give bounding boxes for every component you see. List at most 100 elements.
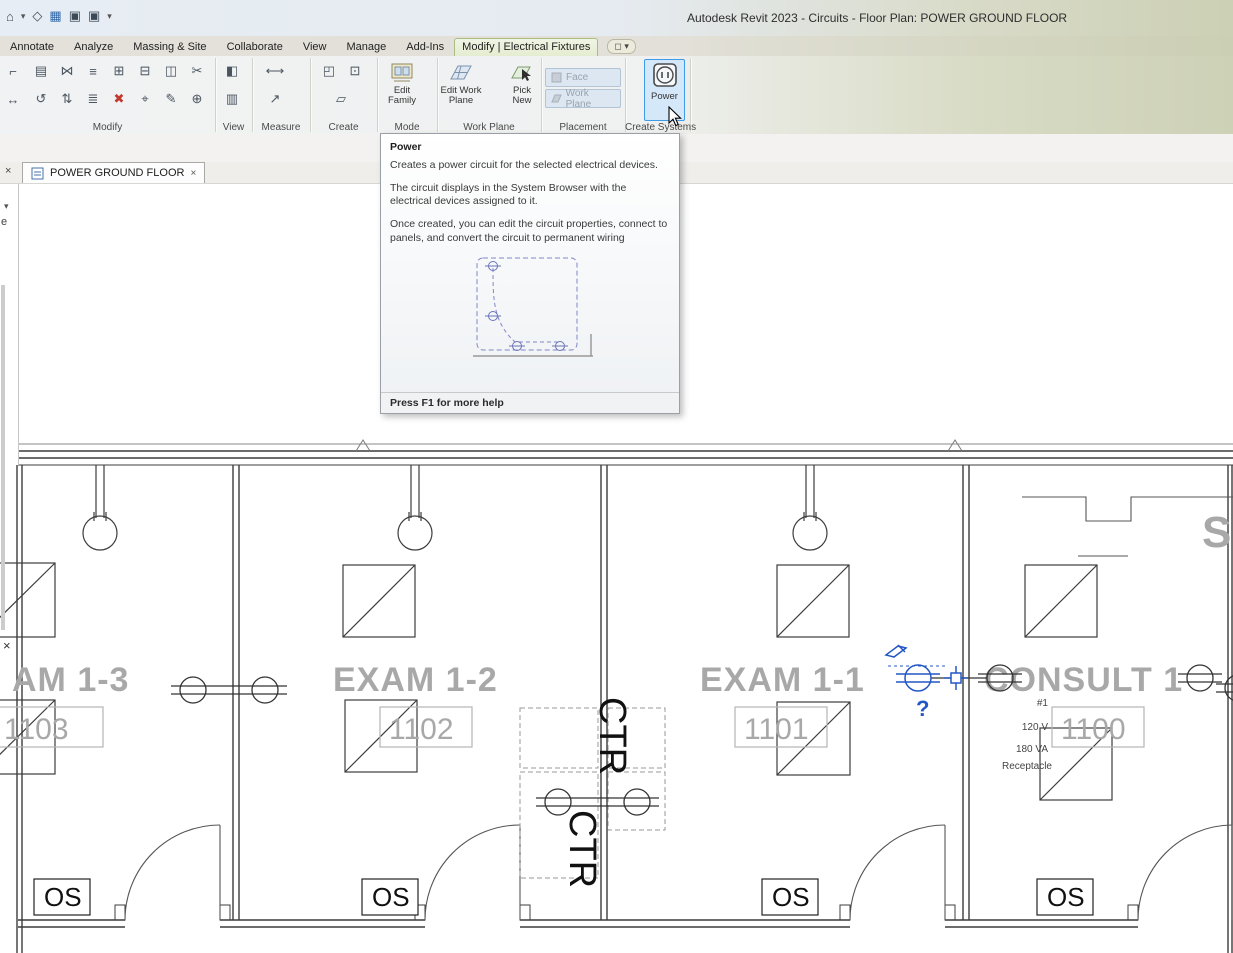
equipment-squares[interactable]	[0, 563, 1112, 800]
receptacle-symbol[interactable]	[1178, 665, 1222, 691]
rotate-tool-icon[interactable]: ↺	[30, 88, 52, 110]
mirror-tool-icon[interactable]: ◫	[160, 60, 182, 82]
document-tab-label: POWER GROUND FLOOR	[50, 167, 184, 179]
face-icon	[551, 72, 562, 83]
collapsed-palette-edge	[18, 183, 19, 465]
palette-close-icon[interactable]: ×	[3, 638, 11, 653]
panel-separator	[377, 58, 379, 132]
tab-analyze[interactable]: Analyze	[64, 39, 123, 56]
override-graphics-icon[interactable]: ▥	[221, 88, 243, 110]
panel-label-work-plane[interactable]: Work Plane	[437, 122, 541, 133]
undo-icon[interactable]: ◇	[32, 8, 42, 24]
ribbon-display-toggle[interactable]: ◻ ▾	[607, 39, 636, 54]
work-plane-button: Work Plane	[545, 89, 621, 108]
panel-label-mode[interactable]: Mode	[377, 122, 437, 133]
room-number: 1100	[1061, 713, 1126, 746]
pick-new-button[interactable]: Pick New	[503, 59, 541, 121]
tab-collaborate[interactable]: Collaborate	[217, 39, 293, 56]
receptacle-symbol[interactable]	[171, 677, 287, 703]
circuit-load: 180 VA	[1016, 744, 1048, 755]
move-handle-icon[interactable]	[944, 666, 968, 690]
room-name: AM 1-3	[12, 661, 129, 699]
tab-view[interactable]: View	[293, 39, 337, 56]
tab-add-ins[interactable]: Add-Ins	[396, 39, 454, 56]
os-label: OS	[44, 882, 82, 912]
edit-tool-icon[interactable]: ✎	[160, 88, 182, 110]
panel-label-placement[interactable]: Placement	[541, 122, 625, 133]
fixture-symbol	[83, 465, 117, 550]
room-name: CONSULT 1	[984, 661, 1183, 699]
join-tool-icon[interactable]: ⋈	[56, 60, 78, 82]
hide-elements-icon[interactable]: ◧	[221, 60, 243, 82]
palette-dropdown-caret[interactable]: ▾	[4, 201, 9, 212]
split-tool-icon[interactable]: ✂	[186, 60, 208, 82]
edit-work-plane-button[interactable]: Edit Work Plane	[434, 59, 488, 121]
edit-work-plane-icon	[449, 60, 473, 84]
document-icon[interactable]: ▣	[69, 8, 81, 24]
schedule-icon[interactable]: ▦	[49, 8, 61, 24]
title-bar: ⌂ ▾ ◇ ▦ ▣ ▣ ▾ Autodesk Revit 2023 - Circ…	[0, 0, 1233, 36]
room-number: 1103	[4, 713, 69, 746]
circuit-voltage: 120 V	[1022, 722, 1048, 733]
os-label: OS	[772, 882, 810, 912]
ctr-label: CTR	[561, 810, 603, 888]
create-group-icon[interactable]: ◰	[318, 60, 340, 82]
panel-separator	[625, 58, 627, 132]
align-tool-icon[interactable]: ≡	[82, 60, 104, 82]
panel-label-modify[interactable]: Modify	[0, 122, 215, 133]
pin-tool-icon[interactable]: ⌖	[134, 88, 156, 110]
create-assembly-icon[interactable]: ▱	[330, 88, 352, 110]
add-tool-icon[interactable]: ⊕	[186, 88, 208, 110]
room-name: EXAM 1-2	[333, 661, 498, 699]
copy-tool-icon[interactable]: ⊞	[108, 60, 130, 82]
tab-manage[interactable]: Manage	[336, 39, 396, 56]
ceiling-fixtures[interactable]	[83, 465, 827, 550]
palette-scrollbar[interactable]	[1, 285, 5, 630]
receptacle-symbol[interactable]	[1216, 675, 1233, 701]
panel-label-create[interactable]: Create	[310, 122, 377, 133]
delete-tool-icon[interactable]: ✖	[108, 88, 130, 110]
ribbon: ⌐ ▤ ⋈ ≡ ⊞ ⊟ ◫ ✂ ↔ ↺ ⇅ ≣ ✖ ⌖ ✎ ⊕ ◧ ▥ ⟷ ↗ …	[0, 56, 1233, 135]
room-number-tags[interactable]: 1103 1102 1101 1100	[0, 707, 1144, 747]
array-tool-icon[interactable]: ⇅	[56, 88, 78, 110]
move-tool-icon[interactable]: ↔	[2, 88, 24, 110]
document-tab-close-icon[interactable]: ×	[190, 168, 196, 179]
tab-bar-close-icon[interactable]: ×	[5, 165, 11, 177]
panel-separator	[310, 58, 312, 132]
floor-plan-doc-icon	[31, 167, 44, 180]
paste-tool-icon[interactable]: ▤	[30, 60, 52, 82]
cope-tool-icon[interactable]: ⌐	[2, 60, 24, 82]
power-label: Power	[651, 92, 678, 102]
home-caret-icon[interactable]: ▾	[21, 11, 26, 22]
selected-receptacle[interactable]: ?	[886, 645, 968, 721]
panel-separator	[541, 58, 543, 132]
panel-label-measure[interactable]: Measure	[252, 122, 310, 133]
face-label: Face	[566, 72, 588, 83]
rotate-handle-icon[interactable]	[886, 645, 906, 657]
home-icon[interactable]: ⌂	[6, 9, 14, 24]
panel-label-view[interactable]: View	[215, 122, 252, 133]
dimension-tool-icon[interactable]: ↗	[264, 88, 286, 110]
trim-tool-icon[interactable]: ≣	[82, 88, 104, 110]
offset-tool-icon[interactable]: ⊟	[134, 60, 156, 82]
ctr-label: CTR	[591, 697, 633, 775]
measure-tool-icon[interactable]: ⟷	[264, 60, 286, 82]
power-tooltip: Power Creates a power circuit for the se…	[380, 133, 680, 414]
mouse-cursor	[668, 106, 683, 128]
tab-annotate[interactable]: Annotate	[0, 39, 64, 56]
edit-family-button[interactable]: Edit Family	[381, 59, 423, 121]
tab-massing-site[interactable]: Massing & Site	[123, 39, 216, 56]
document-tab-power-ground-floor[interactable]: POWER GROUND FLOOR ×	[22, 162, 205, 183]
panel-separator	[215, 58, 217, 132]
panel-separator	[437, 58, 439, 132]
document-copy-icon[interactable]: ▣	[88, 8, 100, 24]
os-label: OS	[1047, 882, 1085, 912]
tooltip-title: Power	[390, 141, 670, 153]
qat-caret-icon[interactable]: ▾	[107, 11, 112, 22]
selection-annotation: #1 120 V 180 VA Receptacle	[1002, 698, 1052, 772]
create-similar-icon[interactable]: ⊡	[344, 60, 366, 82]
tab-modify-electrical-fixtures[interactable]: Modify | Electrical Fixtures	[454, 38, 598, 56]
face-button: Face	[545, 68, 621, 87]
tooltip-preview-image	[465, 254, 595, 378]
edit-family-icon	[390, 60, 414, 84]
